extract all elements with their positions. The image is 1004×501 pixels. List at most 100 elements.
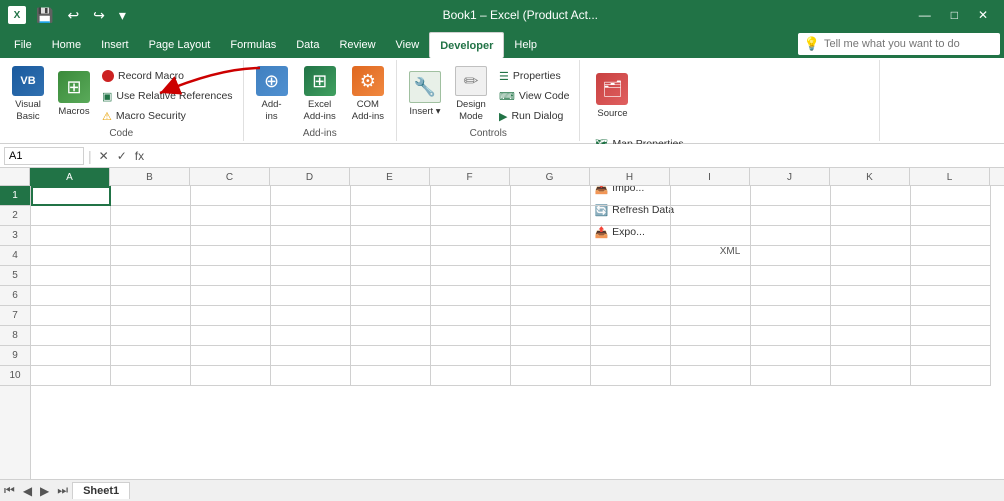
cell-I7[interactable]: [671, 306, 751, 326]
insert-function-button[interactable]: fx: [132, 148, 147, 164]
cell-E10[interactable]: [351, 366, 431, 386]
qat-dropdown-button[interactable]: ▾: [115, 5, 130, 26]
cell-E1[interactable]: [351, 186, 431, 206]
cell-I2[interactable]: [671, 206, 751, 226]
tab-data[interactable]: Data: [286, 32, 329, 58]
row-header-7[interactable]: 7: [0, 306, 30, 326]
cell-L6[interactable]: [911, 286, 991, 306]
formula-input[interactable]: [151, 149, 1000, 163]
cell-G6[interactable]: [511, 286, 591, 306]
cell-G3[interactable]: [511, 226, 591, 246]
name-box[interactable]: [4, 147, 84, 165]
tab-file[interactable]: File: [4, 32, 42, 58]
sheet-nav-last[interactable]: ⏭: [53, 483, 72, 498]
cell-K3[interactable]: [831, 226, 911, 246]
cell-I1[interactable]: [671, 186, 751, 206]
cell-J4[interactable]: [751, 246, 831, 266]
confirm-formula-button[interactable]: ✓: [114, 148, 130, 164]
cell-E4[interactable]: [351, 246, 431, 266]
cell-I6[interactable]: [671, 286, 751, 306]
row-header-1[interactable]: 1: [0, 186, 30, 206]
excel-add-ins-button[interactable]: ⊞ ExcelAdd-ins: [298, 62, 342, 126]
search-input[interactable]: [824, 38, 994, 50]
cell-A5[interactable]: [31, 266, 111, 286]
cell-L2[interactable]: [911, 206, 991, 226]
cell-K9[interactable]: [831, 346, 911, 366]
cell-A10[interactable]: [31, 366, 111, 386]
cell-E9[interactable]: [351, 346, 431, 366]
sheet-nav-prev[interactable]: ◀: [19, 484, 36, 498]
cell-L10[interactable]: [911, 366, 991, 386]
row-header-9[interactable]: 9: [0, 346, 30, 366]
cell-D6[interactable]: [271, 286, 351, 306]
cell-B4[interactable]: [111, 246, 191, 266]
col-header-f[interactable]: F: [430, 168, 510, 186]
cell-B5[interactable]: [111, 266, 191, 286]
cell-J3[interactable]: [751, 226, 831, 246]
cell-E2[interactable]: [351, 206, 431, 226]
col-header-b[interactable]: B: [110, 168, 190, 186]
tab-review[interactable]: Review: [329, 32, 385, 58]
cell-D3[interactable]: [271, 226, 351, 246]
cell-I4[interactable]: [671, 246, 751, 266]
cell-J8[interactable]: [751, 326, 831, 346]
cell-C3[interactable]: [191, 226, 271, 246]
col-header-l[interactable]: L: [910, 168, 990, 186]
cell-G10[interactable]: [511, 366, 591, 386]
cell-C8[interactable]: [191, 326, 271, 346]
cell-H6[interactable]: [591, 286, 671, 306]
view-code-button[interactable]: ⌨ View Code: [495, 86, 573, 106]
row-header-2[interactable]: 2: [0, 206, 30, 226]
cell-E8[interactable]: [351, 326, 431, 346]
col-header-c[interactable]: C: [190, 168, 270, 186]
cell-F1[interactable]: [431, 186, 511, 206]
cell-H8[interactable]: [591, 326, 671, 346]
cell-L7[interactable]: [911, 306, 991, 326]
cell-B6[interactable]: [111, 286, 191, 306]
record-macro-button[interactable]: Record Macro: [98, 66, 237, 86]
tab-home[interactable]: Home: [42, 32, 91, 58]
visual-basic-button[interactable]: VB VisualBasic: [6, 62, 50, 126]
cell-H5[interactable]: [591, 266, 671, 286]
close-button[interactable]: ✕: [970, 6, 996, 24]
cell-C9[interactable]: [191, 346, 271, 366]
cell-A9[interactable]: [31, 346, 111, 366]
col-header-e[interactable]: E: [350, 168, 430, 186]
col-header-d[interactable]: D: [270, 168, 350, 186]
design-mode-button[interactable]: ✏ DesignMode: [449, 62, 493, 126]
cell-D10[interactable]: [271, 366, 351, 386]
cell-D1[interactable]: [271, 186, 351, 206]
row-header-3[interactable]: 3: [0, 226, 30, 246]
cell-L1[interactable]: [911, 186, 991, 206]
cell-H4[interactable]: [591, 246, 671, 266]
cell-L9[interactable]: [911, 346, 991, 366]
sheet-tab-sheet1[interactable]: Sheet1: [72, 482, 130, 499]
insert-control-button[interactable]: 🔧 Insert ▾: [403, 62, 447, 126]
cell-B8[interactable]: [111, 326, 191, 346]
cell-G4[interactable]: [511, 246, 591, 266]
cell-C6[interactable]: [191, 286, 271, 306]
cell-D4[interactable]: [271, 246, 351, 266]
cell-K8[interactable]: [831, 326, 911, 346]
cell-F2[interactable]: [431, 206, 511, 226]
cell-E3[interactable]: [351, 226, 431, 246]
cell-E5[interactable]: [351, 266, 431, 286]
cell-I3[interactable]: [671, 226, 751, 246]
cell-G2[interactable]: [511, 206, 591, 226]
row-header-10[interactable]: 10: [0, 366, 30, 386]
cell-J7[interactable]: [751, 306, 831, 326]
cell-G8[interactable]: [511, 326, 591, 346]
cell-K7[interactable]: [831, 306, 911, 326]
tab-developer[interactable]: Developer: [429, 32, 504, 58]
cell-L8[interactable]: [911, 326, 991, 346]
cell-C7[interactable]: [191, 306, 271, 326]
redo-button[interactable]: ↪: [89, 5, 109, 26]
macros-button[interactable]: ⊞ Macros: [52, 62, 96, 126]
cell-H7[interactable]: [591, 306, 671, 326]
col-header-k[interactable]: K: [830, 168, 910, 186]
row-header-8[interactable]: 8: [0, 326, 30, 346]
cell-K4[interactable]: [831, 246, 911, 266]
cell-B7[interactable]: [111, 306, 191, 326]
cell-L4[interactable]: [911, 246, 991, 266]
col-header-h[interactable]: H: [590, 168, 670, 186]
